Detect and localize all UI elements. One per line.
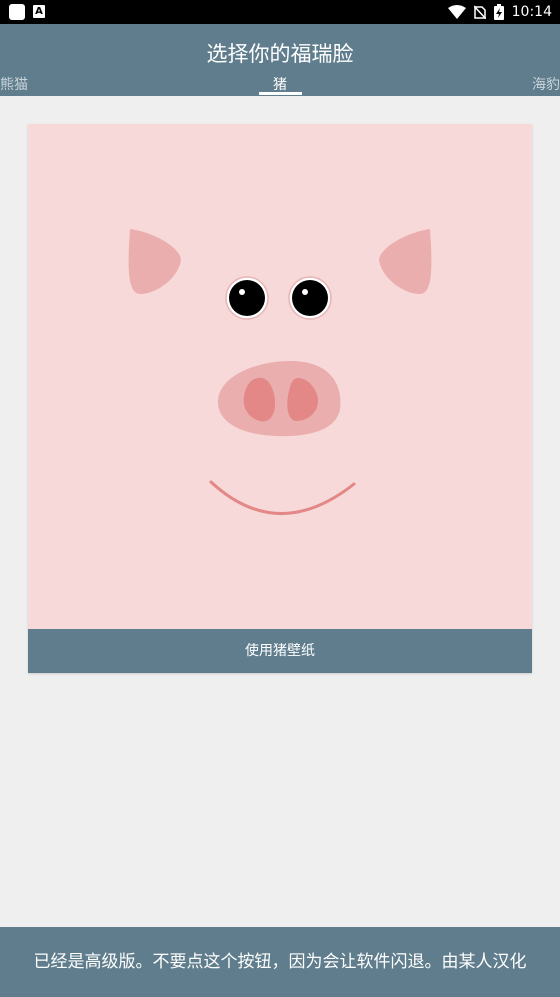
left-eye xyxy=(225,276,269,320)
tab-pig[interactable]: 猪 xyxy=(0,74,560,94)
use-wallpaper-button[interactable]: 使用猪壁纸 xyxy=(28,629,532,673)
app-header: 选择你的福瑞脸 熊猫 猪 海豹 xyxy=(0,24,560,96)
tab-seal[interactable]: 海豹 xyxy=(532,74,560,94)
app-square-icon xyxy=(9,4,25,20)
right-eye xyxy=(288,276,332,320)
wifi-icon xyxy=(447,5,466,19)
pig-face-illustration xyxy=(128,229,432,515)
battery-charging-icon xyxy=(493,4,504,20)
a-badge-icon: A xyxy=(33,5,45,18)
page-title: 选择你的福瑞脸 xyxy=(206,42,354,66)
left-ear xyxy=(128,229,181,294)
wallpaper-card: 使用猪壁纸 xyxy=(28,124,532,673)
no-sim-icon xyxy=(473,5,486,19)
premium-banner[interactable]: 已经是高级版。不要点这个按钮，因为会让软件闪退。由某人汉化 xyxy=(0,927,560,997)
right-ear xyxy=(379,229,432,294)
status-bar: A 10:14 xyxy=(0,0,560,24)
tab-indicator xyxy=(259,92,302,95)
snout xyxy=(217,360,341,437)
clock: 10:14 xyxy=(511,4,552,20)
smile xyxy=(209,480,356,515)
